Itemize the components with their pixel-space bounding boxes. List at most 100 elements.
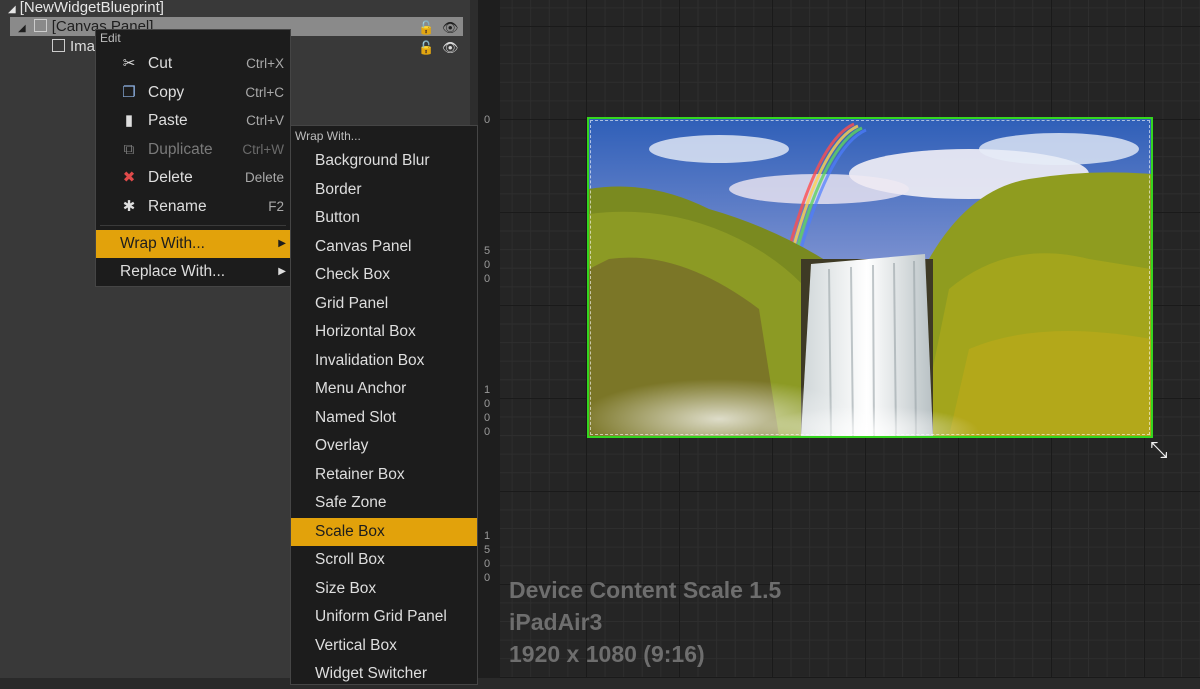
shortcut-label: Ctrl+W — [242, 142, 284, 157]
wrap-item-label: Horizontal Box — [315, 323, 416, 340]
wrap-item-vertical-box[interactable]: Vertical Box — [291, 632, 477, 661]
menu-separator — [100, 225, 286, 226]
duplicate-icon: ⧉ — [123, 141, 135, 158]
eye-icon[interactable]: 👁 — [442, 18, 459, 37]
menu-item-duplicate[interactable]: ⧉ Duplicate Ctrl+W — [96, 136, 290, 164]
wrap-item-label: Uniform Grid Panel — [315, 608, 447, 625]
wrap-item-label: Menu Anchor — [315, 380, 407, 397]
wrap-item-widget-switcher[interactable]: Widget Switcher — [291, 660, 477, 689]
wrap-item-label: Vertical Box — [315, 636, 397, 654]
wrap-item-label: Button — [315, 209, 360, 226]
wrap-item-canvas-panel[interactable]: Canvas Panel — [291, 233, 477, 262]
wrap-item-check-box[interactable]: Check Box — [291, 261, 477, 290]
wrap-item-label: Safe Zone — [315, 494, 387, 511]
tree-item-root[interactable]: ◢ [NewWidgetBlueprint] — [0, 0, 470, 17]
menu-item-label: Paste — [148, 112, 188, 129]
menu-item-paste[interactable]: ▮ Paste Ctrl+V — [96, 107, 290, 135]
wrap-item-label: Border — [315, 180, 362, 198]
menu-item-copy[interactable]: ❐ Copy Ctrl+C — [96, 79, 290, 107]
resolution-label: 1920 x 1080 (9:16) — [509, 641, 705, 667]
tree-item-root-label: [NewWidgetBlueprint] — [19, 0, 164, 16]
copy-icon: ❐ — [122, 84, 136, 101]
shortcut-label: Ctrl+X — [246, 56, 284, 71]
menu-item-label: Duplicate — [148, 141, 213, 158]
image-icon — [52, 39, 65, 52]
device-scale-label: Device Content Scale 1.5 — [509, 577, 782, 603]
ruler-label: 1 — [483, 530, 491, 542]
delete-icon: ✖ — [122, 169, 136, 186]
wrap-item-label: Named Slot — [315, 408, 396, 426]
menu-item-wrap-with[interactable]: Wrap With... ▶ — [96, 230, 290, 258]
device-name-label: iPadAir3 — [509, 609, 603, 635]
menu-item-cut[interactable]: ✂ Cut Ctrl+X — [96, 50, 290, 78]
ruler-label: 0 — [483, 572, 491, 584]
wrap-item-label: Overlay — [315, 437, 369, 454]
menu-item-label: Rename — [148, 198, 207, 215]
wrap-item-label: Widget Switcher — [315, 665, 427, 682]
device-info: Device Content Scale 1.5 iPadAir3 1920 x… — [509, 574, 781, 670]
resize-handle-icon[interactable]: ⤡ — [1150, 437, 1168, 463]
wrap-item-overlay[interactable]: Overlay — [291, 432, 477, 461]
selected-image-widget[interactable] — [587, 117, 1153, 438]
submenu-arrow-icon: ▶ — [278, 266, 286, 277]
wrap-item-safe-zone[interactable]: Safe Zone — [291, 489, 477, 518]
wrap-item-label: Background Blur — [315, 152, 430, 169]
eye-icon[interactable]: 👁 — [442, 38, 459, 57]
lock-icon[interactable]: 🔓 — [418, 18, 434, 37]
wrap-item-size-box[interactable]: Size Box — [291, 575, 477, 604]
ruler-label: 1 — [483, 384, 491, 396]
menu-item-label: Wrap With... — [120, 235, 205, 252]
wrap-item-label: Retainer Box — [315, 465, 405, 483]
wrap-item-label: Size Box — [315, 579, 377, 597]
wrap-item-border[interactable]: Border — [291, 176, 477, 205]
wrap-item-label: Scale Box — [315, 522, 385, 540]
menu-item-replace-with[interactable]: Replace With... ▶ — [96, 258, 290, 286]
ruler-label: 0 — [483, 259, 491, 271]
wrap-with-submenu: Wrap With... Background Blur Border Butt… — [290, 125, 478, 685]
widget-icon — [33, 19, 47, 32]
wrap-item-background-blur[interactable]: Background Blur — [291, 147, 477, 176]
edit-menu-header: Edit — [100, 31, 121, 45]
ruler-label: 0 — [483, 412, 491, 424]
edit-context-menu: Edit ✂ Cut Ctrl+X ❐ Copy Ctrl+C ▮ Paste … — [95, 29, 291, 287]
menu-item-label: Delete — [148, 169, 193, 186]
rename-icon: ✱ — [122, 198, 136, 215]
ruler-label: 0 — [483, 426, 491, 438]
wrap-item-horizontal-box[interactable]: Horizontal Box — [291, 318, 477, 347]
wrap-item-label: Check Box — [315, 266, 390, 283]
wrap-item-label: Scroll Box — [315, 551, 385, 568]
triangle-expanded-icon[interactable]: ◢ — [18, 19, 26, 38]
menu-item-rename[interactable]: ✱ Rename F2 — [96, 193, 290, 221]
wrap-item-button[interactable]: Button — [291, 204, 477, 233]
wrap-item-named-slot[interactable]: Named Slot — [291, 404, 477, 433]
menu-item-label: Cut — [148, 55, 173, 72]
wrap-menu-header: Wrap With... — [295, 129, 361, 143]
wrap-item-grid-panel[interactable]: Grid Panel — [291, 290, 477, 319]
wrap-item-invalidation-box[interactable]: Invalidation Box — [291, 347, 477, 376]
wrap-item-retainer-box[interactable]: Retainer Box — [291, 461, 477, 490]
lock-icon[interactable]: 🔓 — [418, 38, 434, 57]
ruler-label: 0 — [483, 398, 491, 410]
wrap-item-label: Grid Panel — [315, 294, 389, 312]
wrap-item-scale-box[interactable]: Scale Box — [291, 517, 477, 546]
ruler-label: 5 — [483, 245, 491, 257]
ruler-label: 0 — [483, 558, 491, 570]
ruler-label: 0 — [483, 273, 491, 285]
scissors-icon: ✂ — [122, 55, 136, 72]
shortcut-label: Delete — [244, 170, 284, 185]
tree-item-image-label: Ima — [70, 38, 96, 55]
ruler-label: 5 — [483, 544, 491, 556]
wrap-item-label: Invalidation Box — [315, 351, 425, 369]
paste-icon: ▮ — [124, 112, 134, 129]
selection-dashed-border — [590, 120, 1150, 435]
shortcut-label: F2 — [268, 199, 284, 214]
menu-item-delete[interactable]: ✖ Delete Delete — [96, 164, 290, 192]
wrap-item-menu-anchor[interactable]: Menu Anchor — [291, 375, 477, 404]
wrap-item-scroll-box[interactable]: Scroll Box — [291, 546, 477, 575]
menu-item-label: Replace With... — [120, 263, 226, 280]
shortcut-label: Ctrl+V — [246, 113, 284, 128]
ruler-label: 0 — [483, 114, 491, 126]
wrap-item-uniform-grid-panel[interactable]: Uniform Grid Panel — [291, 603, 477, 632]
submenu-arrow-icon: ▶ — [278, 238, 286, 249]
menu-item-label: Copy — [148, 84, 185, 101]
